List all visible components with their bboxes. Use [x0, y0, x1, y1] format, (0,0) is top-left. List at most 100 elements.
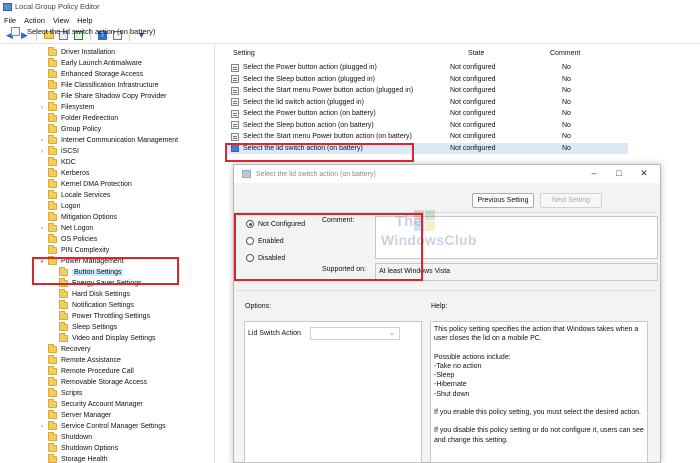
tree-item[interactable]: Logon — [38, 201, 80, 212]
tree-item[interactable]: Security Account Manager — [38, 399, 143, 410]
tree-item[interactable]: › Internet Communication Management — [38, 135, 178, 146]
tree-item-label: Remote Assistance — [61, 357, 121, 364]
help-list-item: -Take no action — [434, 362, 482, 370]
setting-icon — [231, 121, 239, 129]
chevron-right-icon[interactable]: › — [38, 424, 46, 430]
help-paragraph: If you disable this policy setting or do… — [434, 427, 644, 444]
tree-item[interactable]: Shutdown — [38, 432, 92, 443]
column-header-setting[interactable]: Setting — [233, 50, 255, 57]
tree-item[interactable]: PIN Complexity — [38, 245, 109, 256]
app-icon — [3, 2, 12, 11]
tree-item-label: Shutdown — [61, 434, 93, 441]
chevron-right-icon[interactable]: › — [38, 105, 46, 111]
tree-item[interactable]: › iSCSI — [38, 146, 79, 157]
tree-item[interactable]: Enhanced Storage Access — [38, 69, 143, 80]
lid-switch-action-dropdown[interactable]: ⌄ — [310, 327, 400, 340]
tree-item[interactable]: Driver Installation — [38, 47, 115, 58]
list-item[interactable]: Select the Power button action (on batte… — [228, 108, 628, 119]
dialog-title: Select the lid switch action (on battery… — [256, 170, 376, 178]
tree-item[interactable]: Removable Storage Access — [38, 377, 147, 388]
radio-button[interactable] — [246, 237, 254, 245]
radio-button[interactable] — [246, 254, 254, 262]
tree-item[interactable]: Scripts — [38, 388, 82, 399]
dialog-setting-name: Select the lid switch action (on battery… — [27, 27, 156, 36]
tree-item[interactable]: Remote Procedure Call — [38, 366, 134, 377]
tree-item[interactable]: Energy Saver Settings — [49, 278, 142, 289]
tree-item-label: Power Throttling Settings — [72, 313, 151, 320]
tree-item-label: PIN Complexity — [61, 247, 110, 254]
setting-name: Select the Sleep button action (plugged … — [243, 75, 375, 83]
tree-item-label: Recovery — [61, 346, 91, 353]
menu-file[interactable]: File — [4, 16, 16, 25]
tree-item-label: Notification Settings — [72, 302, 134, 309]
divider — [236, 212, 656, 213]
radio-button[interactable] — [246, 220, 254, 228]
setting-name: Select the Sleep button action (on batte… — [243, 121, 374, 129]
tree-item[interactable]: File Classification Infrastructure — [38, 80, 159, 91]
list-item[interactable]: Select the Start menu Power button actio… — [228, 85, 628, 96]
tree-item[interactable]: Remote Assistance — [38, 355, 121, 366]
menu-view[interactable]: View — [53, 16, 69, 25]
folder-icon — [48, 124, 57, 133]
folder-icon — [48, 234, 57, 243]
tree-item[interactable]: Folder Redirection — [38, 113, 118, 124]
close-icon[interactable]: ✕ — [637, 168, 651, 179]
tree-item[interactable]: Early Launch Antimalware — [38, 58, 142, 69]
list-item[interactable]: Select the lid switch action (on battery… — [228, 142, 628, 154]
tree-item-label: Remote Procedure Call — [61, 368, 134, 375]
tree-item[interactable]: › Net Logon — [38, 223, 93, 234]
column-header-comment[interactable]: Comment — [550, 50, 580, 57]
list-item[interactable]: Select the Sleep button action (on batte… — [228, 120, 628, 131]
setting-icon — [231, 144, 239, 152]
maximize-icon[interactable]: □ — [612, 168, 626, 178]
tree-item[interactable]: Hard Disk Settings — [49, 289, 130, 300]
tree-item-label: Removable Storage Access — [61, 379, 147, 386]
tree-item[interactable]: Recovery — [38, 344, 91, 355]
chevron-right-icon[interactable]: › — [38, 226, 46, 232]
folder-icon — [48, 135, 57, 144]
folder-icon — [48, 399, 57, 408]
minimize-icon[interactable]: – — [587, 168, 601, 178]
setting-comment: No — [562, 133, 571, 140]
menu-bar: File Action View Help — [0, 13, 700, 27]
settings-list: Setting State Comment Select the Power b… — [228, 44, 700, 162]
tree-item[interactable]: Button Settings — [49, 267, 124, 278]
tree-item[interactable]: OS Policies — [38, 234, 97, 245]
tree-item[interactable]: Kerberos — [38, 168, 89, 179]
tree-item[interactable]: Kernel DMA Protection — [38, 179, 132, 190]
folder-icon — [48, 421, 57, 430]
tree-item[interactable]: Video and Display Settings — [49, 333, 156, 344]
menu-action[interactable]: Action — [24, 16, 45, 25]
tree-item[interactable]: › Filesystem — [38, 102, 94, 113]
tree-item[interactable]: Locale Services — [38, 190, 110, 201]
next-setting-button[interactable]: Next Setting — [540, 193, 602, 208]
tree-item[interactable]: Shutdown Options — [38, 443, 118, 454]
radio-not-configured[interactable]: Not Configured — [246, 220, 305, 228]
list-item[interactable]: Select the Start menu Power button actio… — [228, 131, 628, 142]
tree-item[interactable]: File Share Shadow Copy Provider — [38, 91, 166, 102]
tree-item[interactable]: Sleep Settings — [49, 322, 117, 333]
tree-item[interactable]: › Service Control Manager Settings — [38, 421, 166, 432]
radio-label: Enabled — [258, 237, 284, 245]
list-item[interactable]: Select the lid switch action (plugged in… — [228, 97, 628, 108]
tree-item[interactable]: KDC — [38, 157, 76, 168]
chevron-right-icon[interactable]: › — [38, 149, 46, 155]
tree-item[interactable]: Power Throttling Settings — [49, 311, 150, 322]
previous-setting-button[interactable]: Previous Setting — [472, 193, 534, 208]
tree-item[interactable]: Storage Health — [38, 454, 108, 463]
radio-disabled[interactable]: Disabled — [246, 254, 285, 262]
list-item[interactable]: Select the Sleep button action (plugged … — [228, 74, 628, 85]
tree-item[interactable]: ∨ Power Management — [38, 256, 124, 267]
menu-help[interactable]: Help — [77, 16, 92, 25]
chevron-right-icon[interactable]: › — [38, 138, 46, 144]
chevron-down-icon[interactable]: ∨ — [38, 258, 46, 265]
tree-item[interactable]: Server Manager — [38, 410, 111, 421]
setting-icon — [11, 27, 20, 36]
list-item[interactable]: Select the Power button action (plugged … — [228, 62, 628, 73]
radio-enabled[interactable]: Enabled — [246, 237, 284, 245]
tree-item[interactable]: Mitigation Options — [38, 212, 117, 223]
column-header-state[interactable]: State — [468, 50, 484, 57]
folder-icon — [48, 146, 57, 155]
tree-item[interactable]: Group Policy — [38, 124, 101, 135]
tree-item[interactable]: Notification Settings — [49, 300, 134, 311]
